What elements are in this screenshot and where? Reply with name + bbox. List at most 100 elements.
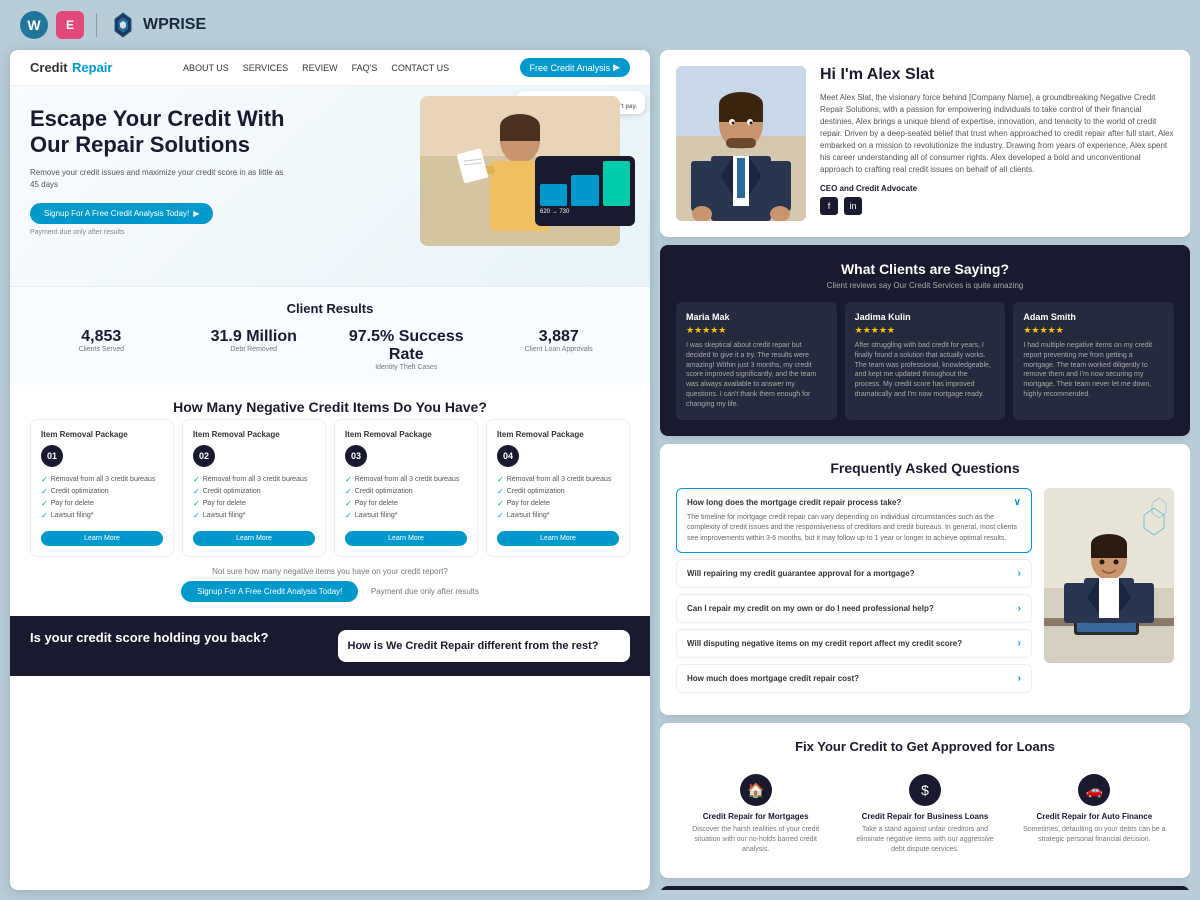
testimonial-2-text: After struggling with bad credit for yea… [855, 341, 996, 400]
pkg1-f4: ✓ Lawsuit filing* [41, 511, 163, 520]
logo-divider [96, 13, 97, 37]
elementor-logo: E [56, 11, 84, 39]
wprise-logo: WPRISE [109, 11, 206, 39]
alex-description: Meet Alex Slat, the visionary force behi… [820, 92, 1174, 176]
loan-business-title: Credit Repair for Business Loans [853, 812, 996, 821]
pkg4-f2: ✓ Credit optimization [497, 487, 619, 496]
testimonial-3: Adam Smith ★★★★★ I had multiple negative… [1013, 302, 1174, 420]
faq-arrow-5: › [1018, 673, 1021, 684]
hero-image-area: 📊 80% Success Rate If we don't succeed, … [420, 96, 640, 276]
faq-item-4[interactable]: Will disputing negative items on my cred… [676, 629, 1032, 658]
loan-title: Fix Your Credit to Get Approved for Loan… [676, 739, 1174, 754]
loan-auto: 🚗 Credit Repair for Auto Finance Sometim… [1015, 766, 1174, 862]
testimonial-1: Maria Mak ★★★★★ I was skeptical about cr… [676, 302, 837, 420]
wprise-icon [109, 11, 137, 39]
nav-review[interactable]: REVIEW [302, 63, 338, 73]
nav-faq[interactable]: FAQ'S [352, 63, 378, 73]
package-2-btn[interactable]: Learn More [193, 531, 315, 546]
pkg3-f4: ✓ Lawsuit filing* [345, 511, 467, 520]
faq-item-5[interactable]: How much does mortgage credit repair cos… [676, 664, 1032, 693]
alex-info: Hi I'm Alex Slat Meet Alex Slat, the vis… [820, 66, 1174, 221]
faq-title: Frequently Asked Questions [676, 460, 1174, 476]
package-1-num: 01 [41, 445, 63, 467]
package-4-btn[interactable]: Learn More [497, 531, 619, 546]
hero-section: Escape Your Credit With Our Repair Solut… [10, 86, 650, 286]
stat-debt: 31.9 Million Debt Removed [183, 328, 326, 371]
loan-business-desc: Take a stand against unfair creditors an… [853, 825, 996, 854]
faq-question-2: Will repairing my credit guarantee appro… [687, 568, 1021, 579]
loan-section: Fix Your Credit to Get Approved for Loan… [660, 723, 1190, 878]
testimonial-2-name: Jadima Kulin [855, 312, 996, 322]
wprise-text: WPRISE [143, 16, 206, 34]
stat-success-label: Identity Theft Cases [335, 364, 478, 371]
package-2-num: 02 [193, 445, 215, 467]
stat-loans-label: Client Loan Approvals [488, 346, 631, 353]
package-2-title: Item Removal Package [193, 430, 315, 439]
auto-icon: 🚗 [1078, 774, 1110, 806]
faq-item-1[interactable]: How long does the mortgage credit repair… [676, 488, 1032, 554]
hero-title: Escape Your Credit With Our Repair Solut… [30, 106, 290, 159]
loan-grid: 🏠 Credit Repair for Mortgages Discover t… [676, 766, 1174, 862]
faq-question-4: Will disputing negative items on my cred… [687, 638, 1021, 649]
facebook-icon[interactable]: f [820, 197, 838, 215]
alex-job-title: CEO and Credit Advocate [820, 184, 1174, 193]
package-3: Item Removal Package 03 ✓ Removal from a… [334, 419, 478, 557]
bottom-grid: Is your credit score holding you back? H… [30, 630, 630, 662]
package-2: Item Removal Package 02 ✓ Removal from a… [182, 419, 326, 557]
faq-answer-1: The timeline for mortgage credit repair … [687, 513, 1021, 545]
top-bar: W E WPRISE [0, 0, 1200, 50]
contact-section: Any Questions? Our team of credit repair… [660, 886, 1190, 890]
chart-bar-2 [571, 175, 598, 207]
bottom-right-box: How is We Credit Repair different from t… [338, 630, 631, 662]
faq-question-5: How much does mortgage credit repair cos… [687, 673, 1021, 684]
pkg1-f2: ✓ Credit optimization [41, 487, 163, 496]
loan-mortgage-desc: Discover the harsh realities of your cre… [684, 825, 827, 854]
hero-note: Payment due only after results [30, 229, 290, 236]
pkg4-f4: ✓ Lawsuit filing* [497, 511, 619, 520]
faq-arrow-3: › [1018, 603, 1021, 614]
linkedin-icon[interactable]: in [844, 197, 862, 215]
package-1-title: Item Removal Package [41, 430, 163, 439]
cta-text: Not sure how many negative items you hav… [30, 567, 630, 576]
package-1: Item Removal Package 01 ✓ Removal from a… [30, 419, 174, 557]
cta-note: Payment due only after results [371, 587, 479, 596]
nav-cta-button[interactable]: Free Credit Analysis ▶ [520, 58, 630, 77]
hero-cta-button[interactable]: Signup For A Free Credit Analysis Today!… [30, 203, 213, 224]
pkg1-f3: ✓ Pay for delete [41, 499, 163, 508]
right-panel: Hi I'm Alex Slat Meet Alex Slat, the vis… [660, 50, 1190, 890]
testimonial-3-stars: ★★★★★ [1023, 325, 1164, 336]
package-1-btn[interactable]: Learn More [41, 531, 163, 546]
package-4-title: Item Removal Package [497, 430, 619, 439]
faq-item-2[interactable]: Will repairing my credit guarantee appro… [676, 559, 1032, 588]
packages-cta: Not sure how many negative items you hav… [30, 567, 630, 602]
faq-item-3[interactable]: Can I repair my credit on my own or do I… [676, 594, 1032, 623]
left-panel: Credit Repair ABOUT US SERVICES REVIEW F… [10, 50, 650, 890]
stat-debt-number: 31.9 Million [183, 328, 326, 346]
hero-content: Escape Your Credit With Our Repair Solut… [30, 106, 290, 236]
site-nav: Credit Repair ABOUT US SERVICES REVIEW F… [10, 50, 650, 86]
nav-links: ABOUT US SERVICES REVIEW FAQ'S CONTACT U… [183, 63, 449, 73]
business-icon: $ [909, 774, 941, 806]
nav-services[interactable]: SERVICES [243, 63, 288, 73]
testimonial-1-stars: ★★★★★ [686, 325, 827, 336]
testimonial-3-name: Adam Smith [1023, 312, 1164, 322]
faq-arrow-4: › [1018, 638, 1021, 649]
nav-about[interactable]: ABOUT US [183, 63, 229, 73]
testimonial-3-text: I had multiple negative items on my cred… [1023, 341, 1164, 400]
package-3-btn[interactable]: Learn More [345, 531, 467, 546]
testimonials-grid: Maria Mak ★★★★★ I was skeptical about cr… [676, 302, 1174, 420]
wordpress-logo: W [20, 11, 48, 39]
pkg3-f3: ✓ Pay for delete [345, 499, 467, 508]
pkg4-f3: ✓ Pay for delete [497, 499, 619, 508]
loan-mortgage: 🏠 Credit Repair for Mortgages Discover t… [676, 766, 835, 862]
packages-cta-btn[interactable]: Signup For A Free Credit Analysis Today! [181, 581, 358, 602]
packages-grid: Item Removal Package 01 ✓ Removal from a… [30, 419, 630, 557]
chart-bar-1 [540, 184, 567, 207]
stat-clients-label: Clients Served [30, 346, 173, 353]
faq-arrow-1: ∨ [1014, 497, 1021, 508]
testimonials-section: What Clients are Saying? Client reviews … [660, 245, 1190, 436]
nav-contact[interactable]: CONTACT US [391, 63, 449, 73]
stat-clients-number: 4,853 [30, 328, 173, 346]
chart-labels: 620 → 730 [540, 209, 630, 215]
loan-mortgage-title: Credit Repair for Mortgages [684, 812, 827, 821]
